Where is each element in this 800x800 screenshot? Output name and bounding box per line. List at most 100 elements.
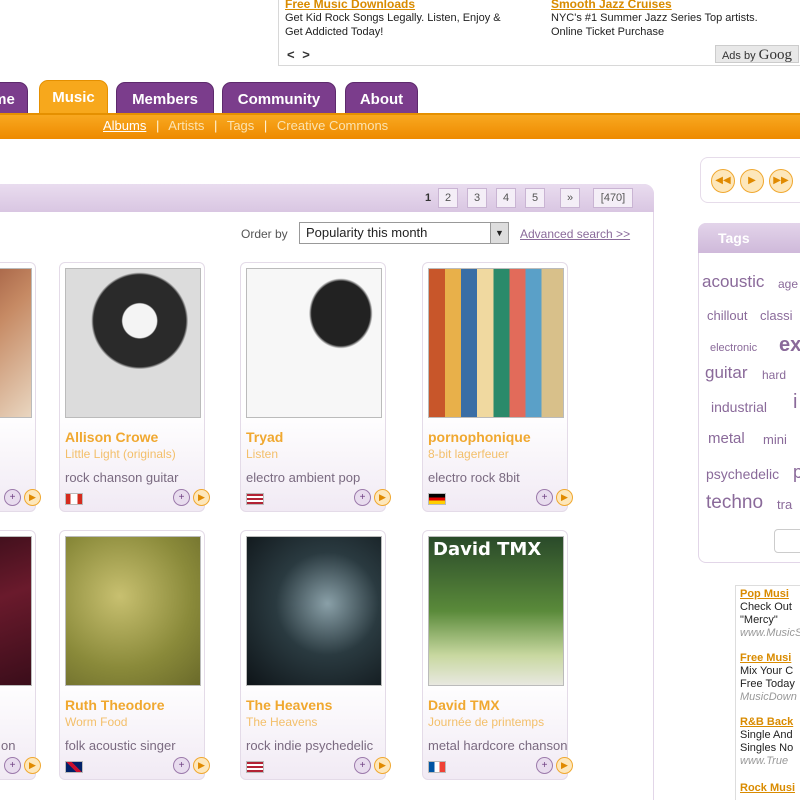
side-ad[interactable]: Pop Musi Check Out "Mercy" www.MusicS [740,588,800,640]
album-cover[interactable] [0,268,32,418]
side-ad-title[interactable]: Free Musi [740,652,797,665]
tag-partial[interactable]: p [793,462,800,483]
play-icon[interactable]: ▶ [24,489,41,506]
tab-home[interactable]: Home [0,82,28,116]
artist-name[interactable]: Ruth Theodore [65,697,165,713]
album-cover[interactable] [65,268,201,418]
album-cover[interactable] [246,536,382,686]
tag-guitar[interactable]: guitar [705,363,748,383]
album-title[interactable]: The Heavens [246,715,386,729]
tag-age[interactable]: age [778,277,798,291]
album-cover[interactable] [0,536,32,686]
tag-minimal[interactable]: mini [763,432,787,447]
tag-partial[interactable]: i [793,391,797,414]
album-card-partial[interactable]: + ▶ [0,262,41,512]
page-total[interactable]: [470] [593,188,633,208]
chevron-down-icon[interactable]: ▼ [490,223,508,243]
next-icon[interactable]: ▶▶ [769,169,793,193]
add-icon[interactable]: + [4,757,21,774]
side-ad[interactable]: Rock Musi [740,782,795,795]
add-icon[interactable]: + [536,757,553,774]
album-card[interactable]: The Heavens The Heavens rock indie psych… [240,530,391,780]
ad-free-music[interactable]: Free Music Downloads Get Kid Rock Songs … [285,0,510,39]
tab-about[interactable]: About [345,82,418,116]
album-card[interactable]: David TMX David TMX Journée de printemps… [422,530,573,780]
tag-trance[interactable]: tra [777,497,792,512]
add-icon[interactable]: + [173,489,190,506]
album-title[interactable]: Little Light (originals) [65,447,205,461]
tag-chillout[interactable]: chillout [707,308,747,323]
subnav-tags[interactable]: Tags [227,118,254,133]
play-icon[interactable]: ▶ [374,489,391,506]
side-ad-title[interactable]: R&B Back [740,716,793,729]
side-ad-title[interactable]: Pop Musi [740,588,800,601]
subnav-albums[interactable]: Albums [103,118,146,133]
play-icon[interactable]: ▶ [193,489,210,506]
album-card-partial[interactable]: on + ▶ [0,530,41,780]
add-icon[interactable]: + [173,757,190,774]
album-card[interactable]: Allison Crowe Little Light (originals) r… [59,262,210,512]
album-tags[interactable]: electro ambient pop [246,470,360,485]
page-2[interactable]: 2 [438,188,458,208]
tag-acoustic[interactable]: acoustic [702,272,764,292]
album-title[interactable]: Listen [246,447,386,461]
tab-community[interactable]: Community [222,82,336,116]
add-icon[interactable]: + [354,489,371,506]
tab-music[interactable]: Music [39,80,108,116]
album-cover[interactable] [246,268,382,418]
album-cover[interactable]: David TMX [428,536,564,686]
album-tags[interactable]: rock indie psychedelic [246,738,373,753]
tab-members[interactable]: Members [116,82,214,116]
advanced-search-link[interactable]: Advanced search >> [520,227,630,241]
play-icon[interactable]: ▶ [556,489,573,506]
artist-name[interactable]: pornophonique [428,429,531,445]
ad-title[interactable]: Smooth Jazz Cruises [551,0,776,11]
album-title[interactable]: Worm Food [65,715,205,729]
previous-icon[interactable]: ◀◀ [711,169,735,193]
tag-metal[interactable]: metal [708,430,745,447]
subnav-artists[interactable]: Artists [168,118,204,133]
album-tags[interactable]: metal hardcore chanson [428,738,567,753]
tag-psychedelic[interactable]: psychedelic [706,466,779,482]
tag-hard[interactable]: hard [762,368,786,382]
ad-title[interactable]: Free Music Downloads [285,0,510,11]
ad-jazz-cruises[interactable]: Smooth Jazz Cruises NYC's #1 Summer Jazz… [551,0,776,39]
artist-name[interactable]: Tryad [246,429,283,445]
subnav-creative-commons[interactable]: Creative Commons [277,118,388,133]
tag-techno[interactable]: techno [706,492,763,514]
tag-industrial[interactable]: industrial [711,399,767,415]
tag-classical[interactable]: classi [760,308,793,323]
play-icon[interactable]: ▶ [556,757,573,774]
album-title[interactable]: Journée de printemps [428,715,568,729]
order-by-select[interactable]: Popularity this month ▼ [299,222,509,244]
album-card[interactable]: Ruth Theodore Worm Food folk acoustic si… [59,530,210,780]
add-icon[interactable]: + [4,489,21,506]
album-tags[interactable]: folk acoustic singer [65,738,176,753]
page-5[interactable]: 5 [525,188,545,208]
add-icon[interactable]: + [536,489,553,506]
artist-name[interactable]: The Heavens [246,697,332,713]
artist-name[interactable]: David TMX [428,697,500,713]
tags-more-button[interactable] [774,529,800,553]
ads-by-google[interactable]: Ads by Goog [714,45,799,63]
album-cover[interactable] [65,536,201,686]
ad-nav-arrows[interactable]: < > [287,47,312,62]
side-ad[interactable]: Free Musi Mix Your C Free Today MusicDow… [740,652,797,704]
artist-name[interactable]: Allison Crowe [65,429,158,445]
page-4[interactable]: 4 [496,188,516,208]
album-cover[interactable] [428,268,564,418]
play-icon[interactable]: ▶ [193,757,210,774]
play-icon[interactable]: ▶ [24,757,41,774]
play-icon[interactable]: ▶ [374,757,391,774]
album-card[interactable]: Tryad Listen electro ambient pop + ▶ [240,262,391,512]
page-3[interactable]: 3 [467,188,487,208]
tag-electronic[interactable]: electronic [710,342,757,354]
side-ad[interactable]: R&B Back Single And Singles No www.True [740,716,793,768]
tag-experimental[interactable]: ex [779,334,800,357]
album-card[interactable]: pornophonique 8-bit lagerfeuer electro r… [422,262,573,512]
add-icon[interactable]: + [354,757,371,774]
album-title[interactable]: 8-bit lagerfeuer [428,447,568,461]
album-tags[interactable]: rock chanson guitar [65,470,178,485]
page-next[interactable]: » [560,188,580,208]
side-ad-title[interactable]: Rock Musi [740,782,795,795]
